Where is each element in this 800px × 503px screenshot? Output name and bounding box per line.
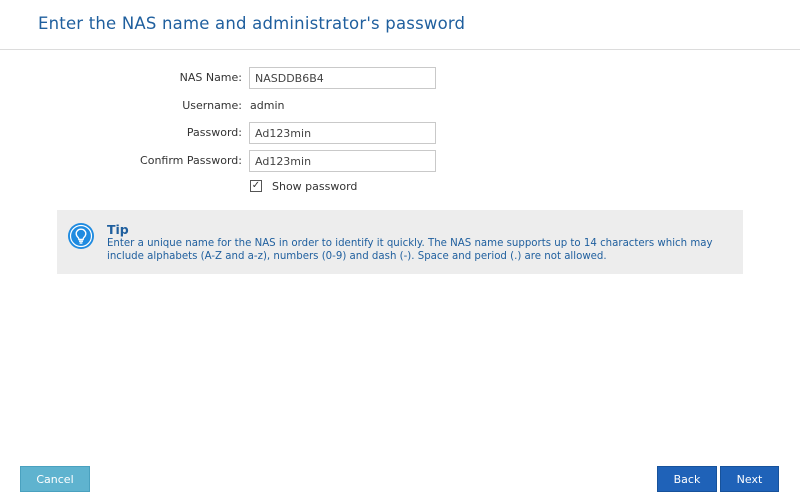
nas-name-label: NAS Name: xyxy=(179,71,242,84)
username-row: Username: admin xyxy=(0,95,800,117)
password-input[interactable] xyxy=(249,122,436,144)
password-row: Password: xyxy=(0,122,800,144)
tip-title: Tip xyxy=(107,222,129,237)
confirm-password-input[interactable] xyxy=(249,150,436,172)
cancel-button[interactable]: Cancel xyxy=(20,466,90,492)
nas-name-input[interactable] xyxy=(249,67,436,89)
confirm-password-row: Confirm Password: xyxy=(0,150,800,172)
tip-panel: Tip Enter a unique name for the NAS in o… xyxy=(57,210,743,274)
confirm-password-label: Confirm Password: xyxy=(140,154,242,167)
show-password-checkbox[interactable]: ✓ xyxy=(250,180,262,192)
back-button[interactable]: Back xyxy=(657,466,717,492)
lightbulb-icon xyxy=(68,223,94,249)
next-button[interactable]: Next xyxy=(720,466,779,492)
username-label: Username: xyxy=(182,99,242,112)
page-header: Enter the NAS name and administrator's p… xyxy=(0,0,800,50)
page-title: Enter the NAS name and administrator's p… xyxy=(38,14,466,33)
nas-name-row: NAS Name: xyxy=(0,67,800,89)
show-password-label: Show password xyxy=(272,180,358,193)
tip-text: Enter a unique name for the NAS in order… xyxy=(107,238,713,262)
password-label: Password: xyxy=(186,126,242,139)
username-value: admin xyxy=(250,99,285,112)
